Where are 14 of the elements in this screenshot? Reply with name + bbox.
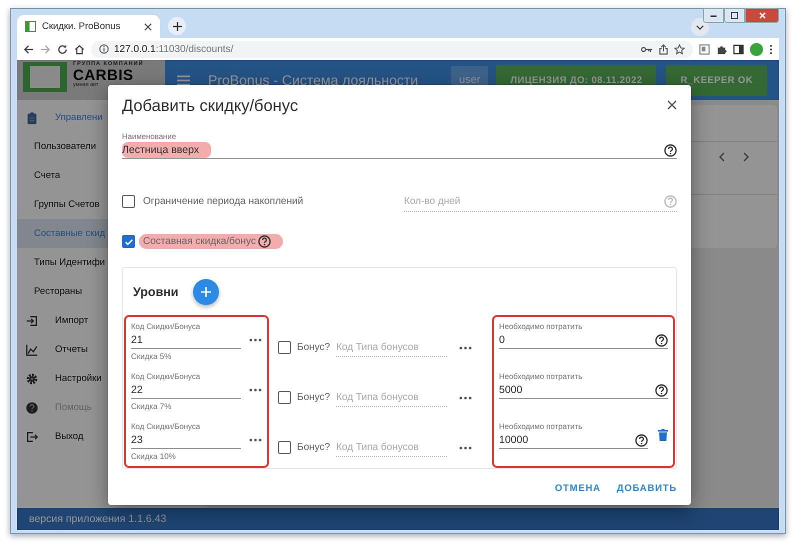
checkbox-label: Бонус?: [297, 442, 330, 453]
days-field: Кол-во дней: [404, 191, 677, 212]
checkbox-label: Бонус?: [297, 392, 330, 403]
checkbox-label: Составная скидка/бонус: [143, 236, 256, 247]
field-hint: Скидка 10%: [131, 452, 177, 461]
section-title: Уровни: [133, 284, 178, 298]
field-hint: Скидка 7%: [131, 402, 172, 411]
version-text: версия приложения 1.1.6.43: [29, 513, 166, 525]
checkbox-label: Бонус?: [297, 342, 330, 353]
dialog-title: Добавить скидку/бонус: [122, 96, 298, 116]
checkbox-label: Ограничение периода накоплений: [143, 196, 304, 207]
app-title: ProBonus - Система лояльности: [208, 72, 420, 88]
logo-text: CARBIS: [73, 68, 135, 82]
field-hint: Скидка 5%: [131, 352, 172, 361]
